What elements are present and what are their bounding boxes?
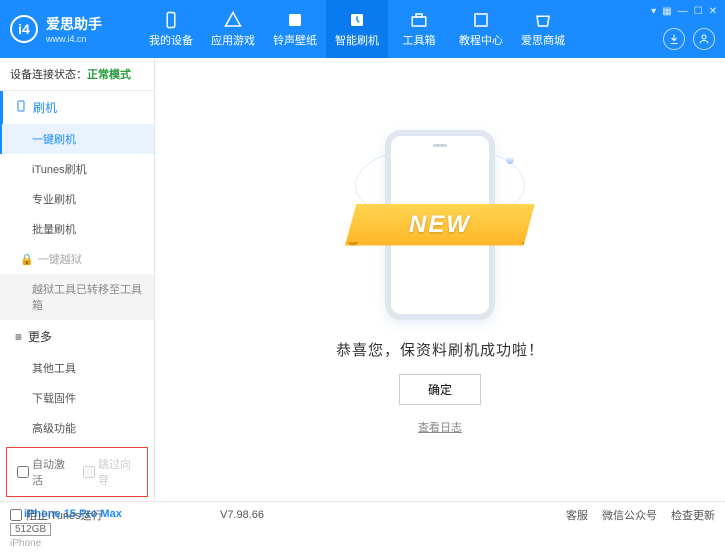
section-title: 刷机 <box>33 99 57 116</box>
nav-label: 铃声壁纸 <box>273 32 317 48</box>
nav-ringtones[interactable]: 铃声壁纸 <box>264 0 326 58</box>
nav-flash[interactable]: 智能刷机 <box>326 0 388 58</box>
logo-area: i4 爱思助手 www.i4.cn <box>10 14 140 44</box>
options-box: 自动激活 跳过向导 <box>6 447 148 497</box>
window-controls: ▾ ▦ — ☐ ✕ <box>651 6 717 17</box>
nav-label: 爱思商城 <box>521 32 565 48</box>
logo-icon: i4 <box>10 15 38 43</box>
section-flash[interactable]: 刷机 <box>0 91 154 124</box>
sidebar-jailbreak-moved[interactable]: 越狱工具已转移至工具箱 <box>0 274 154 320</box>
nav-label: 工具箱 <box>403 32 436 48</box>
phone-icon <box>15 99 27 116</box>
menu-icon[interactable]: ▾ <box>651 6 656 17</box>
sidebar-onekey-flash[interactable]: 一键刷机 <box>0 124 154 154</box>
auto-activate-checkbox[interactable]: 自动激活 <box>17 456 71 488</box>
nav-toolbox[interactable]: 工具箱 <box>388 0 450 58</box>
support-link[interactable]: 客服 <box>566 507 588 523</box>
flash-icon <box>348 11 366 29</box>
sidebar-itunes-flash[interactable]: iTunes刷机 <box>0 154 154 184</box>
sidebar-download-fw[interactable]: 下载固件 <box>0 383 154 413</box>
skip-guide-checkbox[interactable]: 跳过向导 <box>83 456 137 488</box>
sidebar-jailbreak: 🔒一键越狱 <box>0 244 154 274</box>
status-mode: 正常模式 <box>87 69 131 81</box>
nav-tutorials[interactable]: 教程中心 <box>450 0 512 58</box>
sidebar-pro-flash[interactable]: 专业刷机 <box>0 184 154 214</box>
ringtone-icon <box>286 11 304 29</box>
nav-apps[interactable]: 应用游戏 <box>202 0 264 58</box>
main-content: NEW 恭喜您，保资料刷机成功啦！ 确定 查看日志 <box>155 58 725 501</box>
check-update-link[interactable]: 检查更新 <box>671 507 715 523</box>
nav-label: 应用游戏 <box>211 32 255 48</box>
maximize-icon[interactable]: ☐ <box>694 6 703 17</box>
success-message: 恭喜您，保资料刷机成功啦！ <box>336 339 544 360</box>
device-type: iPhone <box>10 538 144 549</box>
connection-status: 设备连接状态：正常模式 <box>0 58 154 91</box>
app-url: www.i4.cn <box>46 34 102 44</box>
nav-store[interactable]: 爱思商城 <box>512 0 574 58</box>
header: i4 爱思助手 www.i4.cn 我的设备 应用游戏 铃声壁纸 智能刷机 工具… <box>0 0 725 58</box>
device-icon <box>162 11 180 29</box>
sidebar-batch-flash[interactable]: 批量刷机 <box>0 214 154 244</box>
store-icon <box>534 11 552 29</box>
view-log-link[interactable]: 查看日志 <box>418 419 462 435</box>
status-label: 设备连接状态： <box>10 69 87 81</box>
footer: 阻止iTunes运行 V7.98.66 客服 微信公众号 检查更新 <box>0 501 725 527</box>
grid-icon[interactable]: ▦ <box>662 6 671 17</box>
user-button[interactable] <box>693 28 715 50</box>
sidebar-advanced[interactable]: 高级功能 <box>0 413 154 443</box>
sidebar-other-tools[interactable]: 其他工具 <box>0 353 154 383</box>
success-illustration: NEW <box>350 125 530 325</box>
sidebar: 设备连接状态：正常模式 刷机 一键刷机 iTunes刷机 专业刷机 批量刷机 🔒… <box>0 58 155 501</box>
nav-my-device[interactable]: 我的设备 <box>140 0 202 58</box>
wechat-link[interactable]: 微信公众号 <box>602 507 657 523</box>
ok-button[interactable]: 确定 <box>399 374 481 405</box>
version-label: V7.98.66 <box>220 509 264 521</box>
app-name: 爱思助手 <box>46 14 102 34</box>
list-icon: ≡ <box>15 330 22 344</box>
section-title: 更多 <box>28 328 52 345</box>
tutorial-icon <box>472 11 490 29</box>
apps-icon <box>224 11 242 29</box>
new-ribbon: NEW <box>345 204 535 246</box>
download-button[interactable] <box>663 28 685 50</box>
close-icon[interactable]: ✕ <box>709 6 717 17</box>
block-itunes-checkbox[interactable]: 阻止iTunes运行 <box>10 507 103 523</box>
top-nav: 我的设备 应用游戏 铃声壁纸 智能刷机 工具箱 教程中心 爱思商城 <box>140 0 574 58</box>
nav-label: 教程中心 <box>459 32 503 48</box>
lock-icon: 🔒 <box>20 253 34 266</box>
nav-label: 我的设备 <box>149 32 193 48</box>
section-more[interactable]: ≡ 更多 <box>0 320 154 353</box>
toolbox-icon <box>410 11 428 29</box>
minimize-icon[interactable]: — <box>678 6 688 17</box>
nav-label: 智能刷机 <box>335 32 379 48</box>
